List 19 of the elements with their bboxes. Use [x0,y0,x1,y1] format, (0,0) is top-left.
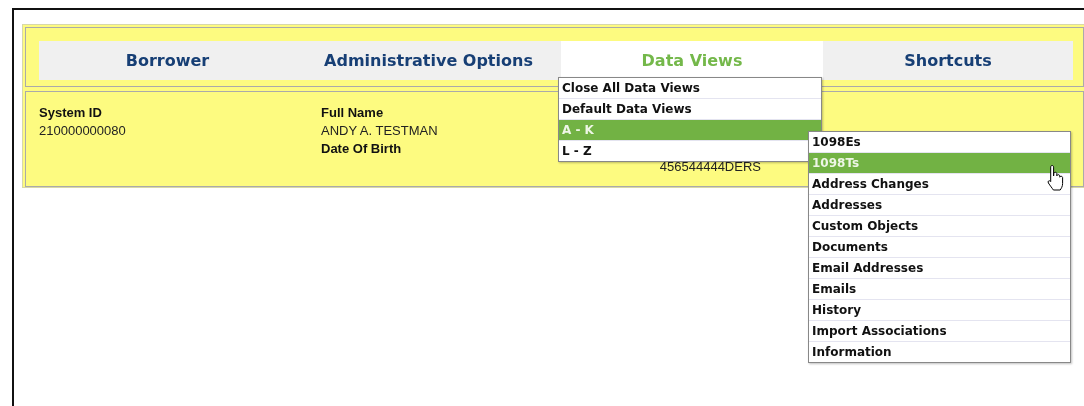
menu-item[interactable]: Email Addresses [809,258,1070,279]
field-value: 456544444DERS [659,158,761,176]
menu-item[interactable]: Documents [809,237,1070,258]
field-label: Full Name [321,104,384,122]
menu-item[interactable]: Emails [809,279,1070,300]
menu-item[interactable]: Import Associations [809,321,1070,342]
menu-item[interactable]: History [809,300,1070,321]
hand-cursor-icon [1046,164,1066,192]
field-label: Date Of Birth [321,140,402,158]
field-value: ANDY A. TESTMAN [321,122,438,140]
field-value: 210000000080 [39,122,126,140]
menu-item[interactable]: Custom Objects [809,216,1070,237]
tab[interactable]: Administrative Options [296,41,561,80]
menu-item[interactable]: Information [809,342,1070,362]
field-label: System ID [39,104,102,122]
menu-item[interactable]: Close All Data Views [559,78,821,99]
tab[interactable]: Borrower [39,41,296,80]
menu-item[interactable]: Addresses [809,195,1070,216]
tab[interactable]: Shortcuts [823,41,1073,80]
